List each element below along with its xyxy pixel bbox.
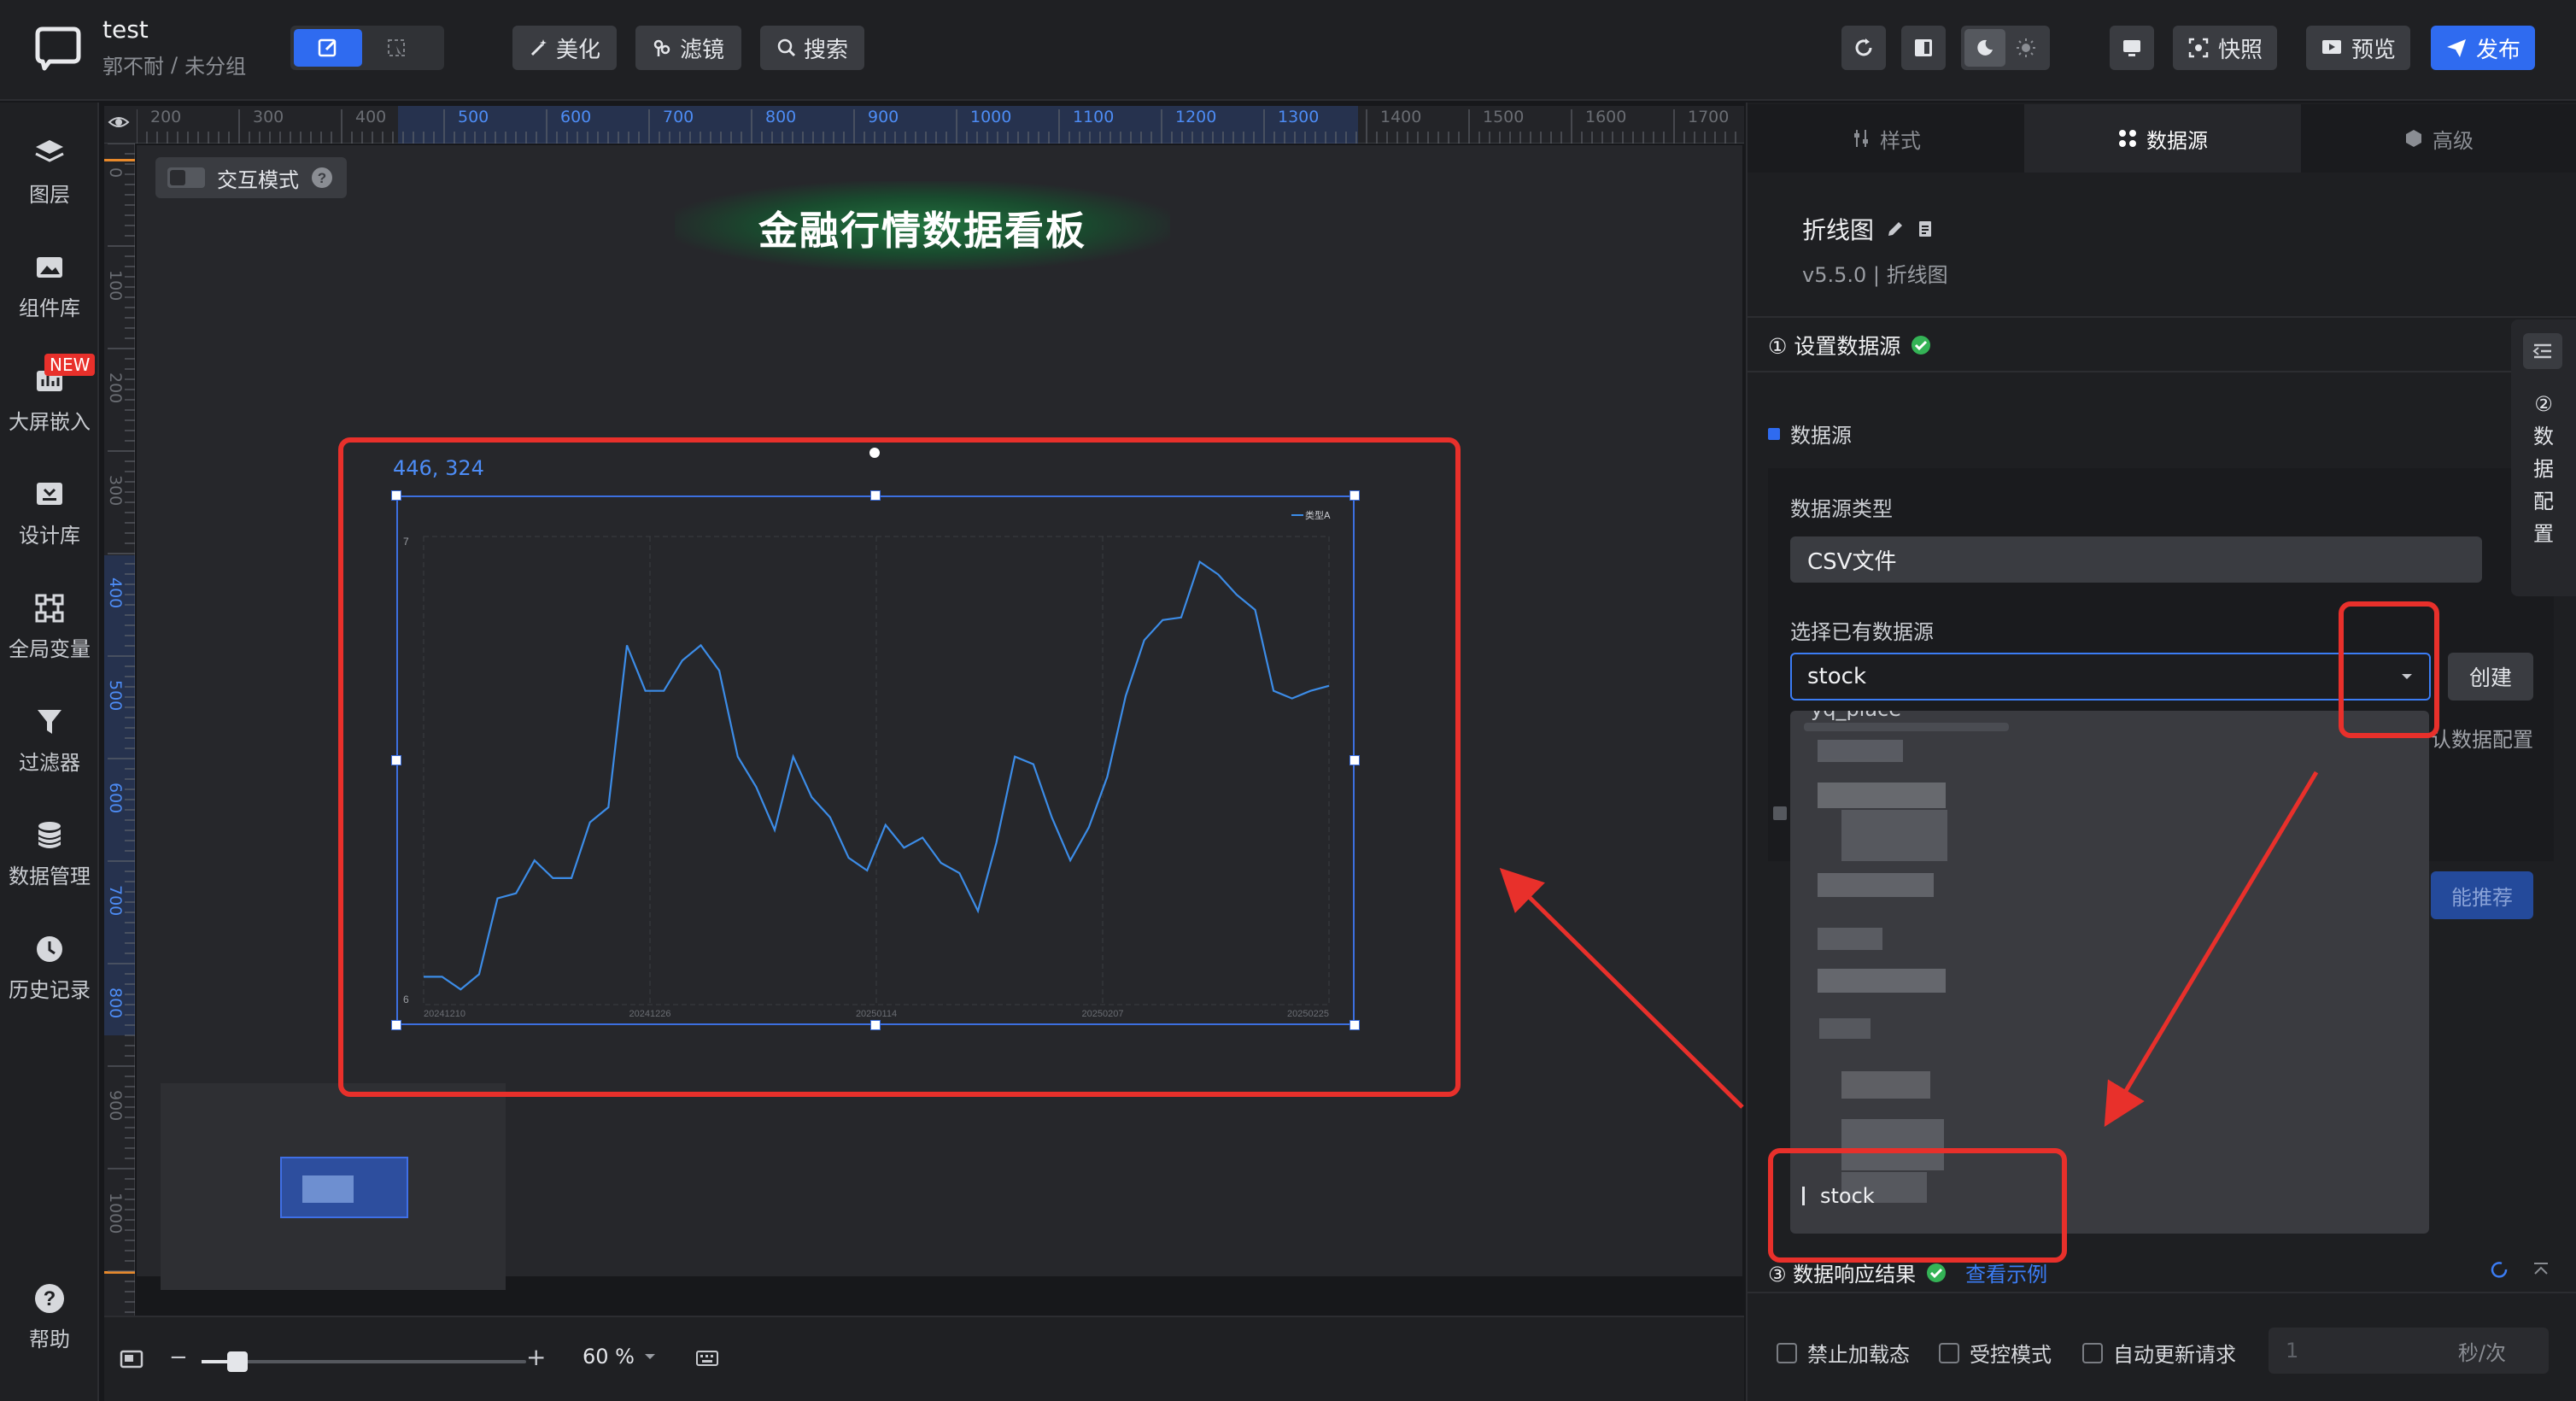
annotation-arrows bbox=[1499, 771, 2319, 1128]
